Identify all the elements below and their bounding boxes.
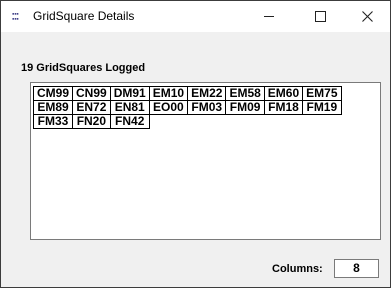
- gridsquare-grid: CM99 CN99 DM91 EM10 EM22 EM58 EM60 EM75 EM89 EN72…: [33, 86, 380, 129]
- gridsquare-list-panel[interactable]: CM99 CN99 DM91 EM10 EM22 EM58 EM60 EM75 EM89 EN72…: [30, 82, 381, 240]
- gridsquare-cell: EM10: [149, 86, 189, 101]
- columns-label: Columns:: [272, 263, 323, 275]
- gridsquare-cell: EM89: [34, 101, 74, 115]
- gridsquare-cell: EN81: [110, 101, 150, 115]
- close-button[interactable]: [344, 1, 390, 32]
- close-icon: [361, 11, 373, 22]
- gridsquare-cell: EM60: [264, 86, 304, 101]
- gridsquare-cell: FM03: [188, 101, 227, 115]
- gridsquare-cell: EO00: [149, 101, 189, 115]
- gridsquare-count-label: 19 GridSquares Logged: [21, 62, 146, 74]
- gridsquare-cell: EM22: [188, 86, 227, 101]
- minimize-button[interactable]: [246, 1, 292, 32]
- maximize-icon: [314, 11, 326, 22]
- app-logo-icon: ▪▪▪ ▪▪▪: [12, 11, 19, 21]
- title-bar[interactable]: ▪▪▪ ▪▪▪ GridSquare Details: [1, 1, 390, 32]
- gridsquare-cell: FM33: [34, 115, 74, 129]
- gridsquare-cell: EM58: [226, 86, 265, 101]
- gridsquare-cell: FM18: [264, 101, 304, 115]
- gridsquare-cell: CM99: [34, 86, 74, 101]
- gridsquare-cell: EM75: [303, 86, 342, 101]
- window-title: GridSquare Details: [33, 9, 135, 23]
- gridsquare-cell: FN42: [110, 115, 150, 129]
- gridsquare-cell: DM91: [110, 86, 150, 101]
- maximize-button[interactable]: [297, 1, 343, 32]
- gridsquare-cell: FM19: [303, 101, 342, 115]
- minimize-icon: [264, 16, 274, 17]
- columns-input[interactable]: 8: [334, 259, 379, 278]
- gridsquare-cell: FN20: [73, 115, 111, 129]
- gridsquare-cell: CN99: [73, 86, 111, 101]
- gridsquare-details-window: ▪▪▪ ▪▪▪ GridSquare Details 19 GridSquares…: [0, 0, 391, 288]
- gridsquare-cell: EN72: [73, 101, 111, 115]
- gridsquare-cell: FM09: [226, 101, 265, 115]
